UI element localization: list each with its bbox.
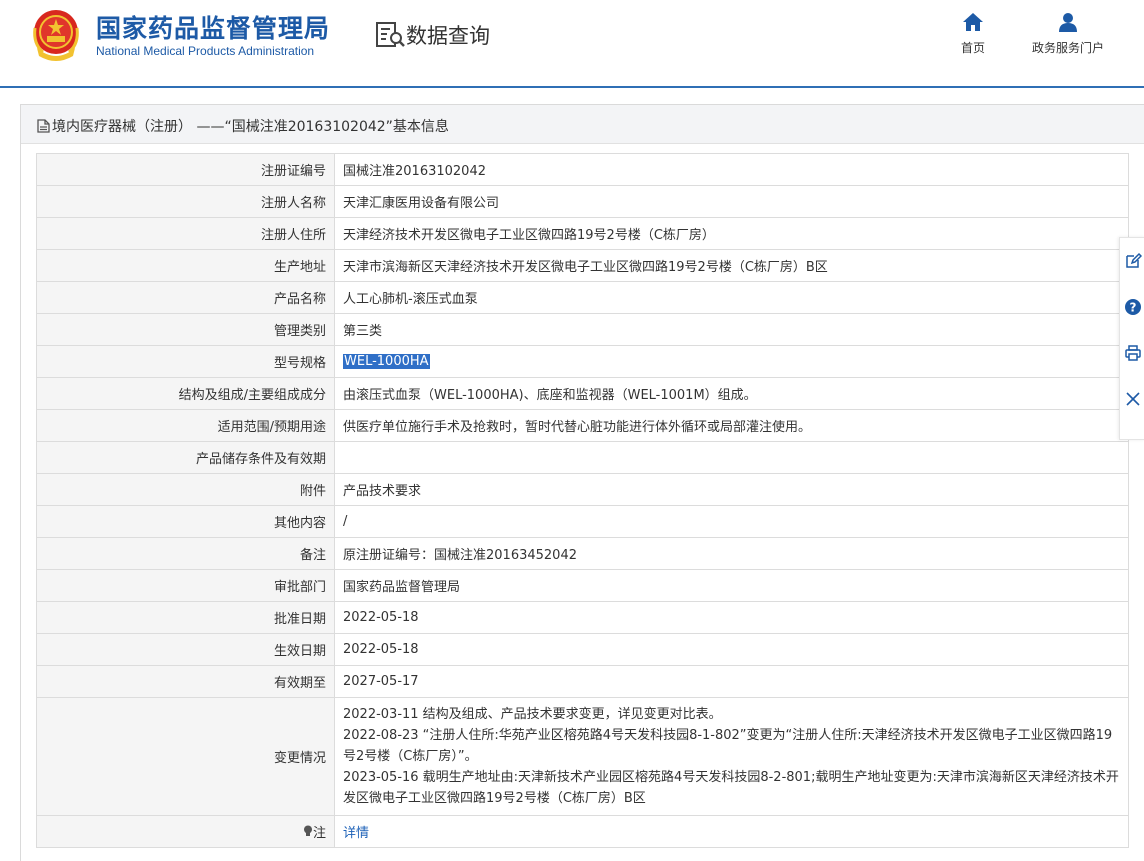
row-value: 2022-05-18 — [334, 633, 1129, 666]
table-row: 适用范围/预期用途 供医疗单位施行手术及抢救时，暂时代替心脏功能进行体外循环或局… — [36, 409, 1129, 442]
user-icon — [1059, 13, 1077, 32]
row-value: 国家药品监督管理局 — [334, 569, 1129, 602]
home-icon — [963, 13, 983, 31]
row-value: 供医疗单位施行手术及抢救时，暂时代替心脏功能进行体外循环或局部灌注使用。 — [334, 409, 1129, 442]
row-label: 结构及组成/主要组成成分 — [36, 377, 335, 410]
help-icon[interactable]: ? — [1124, 298, 1142, 316]
note-value: 详情 — [334, 815, 1129, 848]
content-panel: 境内医疗器械（注册） ——“国械注准20163102042”基本信息 注册证编号… — [20, 104, 1144, 861]
row-label: 有效期至 — [36, 665, 335, 698]
table-row: 备注 原注册证编号：国械注准20163452042 — [36, 537, 1129, 570]
change-history-row: 变更情况 2022-03-11 结构及组成、产品技术要求变更，详见变更对比表。 … — [36, 697, 1129, 816]
row-label: 适用范围/预期用途 — [36, 409, 335, 442]
page-name: 数据查询 — [406, 24, 490, 48]
row-label: 生效日期 — [36, 633, 335, 666]
table-row: 管理类别 第三类 — [36, 313, 1129, 346]
row-label: 审批部门 — [36, 569, 335, 602]
org-name-cn: 国家药品监督管理局 — [96, 14, 331, 43]
row-value: 2022-05-18 — [334, 601, 1129, 634]
lightbulb-icon — [303, 825, 312, 837]
row-label: 生产地址 — [36, 249, 335, 282]
row-label: 批准日期 — [36, 601, 335, 634]
row-label: 型号规格 — [36, 345, 335, 378]
site-header: 国家药品监督管理局 National Medical Products Admi… — [0, 0, 1144, 88]
national-emblem-icon — [33, 10, 79, 61]
row-value: 天津汇康医用设备有限公司 — [334, 185, 1129, 218]
row-label: 注册证编号 — [36, 153, 335, 186]
change-entry: 2022-08-23 “注册人住所:华苑产业区榕苑路4号天发科技园8-1-802… — [343, 728, 1113, 764]
table-row: 批准日期 2022-05-18 — [36, 601, 1129, 634]
table-row: 注册人名称 天津汇康医用设备有限公司 — [36, 185, 1129, 218]
row-value: 原注册证编号：国械注准20163452042 — [334, 537, 1129, 570]
row-value: 国械注准20163102042 — [334, 153, 1129, 186]
note-row: 注 详情 — [36, 815, 1129, 848]
row-value: 天津市滨海新区天津经济技术开发区微电子工业区微四路19号2号楼（C栋厂房）B区 — [334, 249, 1129, 282]
floating-toolbar: ? — [1119, 237, 1144, 440]
table-row: 生产地址 天津市滨海新区天津经济技术开发区微电子工业区微四路19号2号楼（C栋厂… — [36, 249, 1129, 282]
nav-service-portal-button[interactable]: 政务服务门户 — [1022, 12, 1114, 56]
close-icon[interactable] — [1124, 390, 1142, 408]
table-row: 注册人住所 天津经济技术开发区微电子工业区微四路19号2号楼（C栋厂房） — [36, 217, 1129, 250]
svg-text:?: ? — [1130, 301, 1137, 315]
table-row: 注册证编号 国械注准20163102042 — [36, 153, 1129, 186]
table-row: 结构及组成/主要组成成分 由滚压式血泵（WEL-1000HA)、底座和监视器（W… — [36, 377, 1129, 410]
row-value: 2027-05-17 — [334, 665, 1129, 698]
row-label: 其他内容 — [36, 505, 335, 538]
row-label: 注册人住所 — [36, 217, 335, 250]
row-value — [334, 441, 1129, 474]
selected-model-text[interactable]: WEL-1000HA — [343, 354, 430, 369]
edit-icon[interactable] — [1124, 252, 1142, 270]
note-label: 注 — [312, 825, 326, 841]
row-label: 附件 — [36, 473, 335, 506]
data-search-icon — [376, 22, 405, 47]
table-row: 其他内容 / — [36, 505, 1129, 538]
table-row: 型号规格 WEL-1000HA — [36, 345, 1129, 378]
details-link[interactable]: 详情 — [343, 826, 369, 841]
document-icon — [37, 119, 50, 133]
nav-home-button[interactable]: 首页 — [951, 12, 995, 56]
panel-title-text: 境内医疗器械（注册） ——“国械注准20163102042”基本信息 — [52, 119, 449, 135]
device-info-table: 注册证编号 国械注准20163102042 注册人名称 天津汇康医用设备有限公司… — [36, 153, 1129, 848]
note-label-cell: 注 — [36, 815, 335, 848]
table-row: 产品储存条件及有效期 — [36, 441, 1129, 474]
table-row: 有效期至 2027-05-17 — [36, 665, 1129, 698]
row-label: 备注 — [36, 537, 335, 570]
change-entry: 2023-05-16 载明生产地址由:天津新技术产业园区榕苑路4号天发科技园8-… — [343, 770, 1119, 806]
row-value: 产品技术要求 — [334, 473, 1129, 506]
nav-home-label: 首页 — [960, 41, 985, 55]
table-row: 审批部门 国家药品监督管理局 — [36, 569, 1129, 602]
nav-service-label: 政务服务门户 — [1031, 41, 1104, 55]
panel-header: 境内医疗器械（注册） ——“国械注准20163102042”基本信息 — [21, 105, 1144, 144]
table-row: 附件 产品技术要求 — [36, 473, 1129, 506]
row-value: / — [334, 505, 1129, 538]
change-entry: 2022-03-11 结构及组成、产品技术要求变更，详见变更对比表。 — [343, 707, 722, 722]
row-value: 天津经济技术开发区微电子工业区微四路19号2号楼（C栋厂房） — [334, 217, 1129, 250]
panel-title: 境内医疗器械（注册） ——“国械注准20163102042”基本信息 — [37, 116, 449, 136]
row-value: WEL-1000HA — [334, 345, 1129, 378]
row-label: 产品储存条件及有效期 — [36, 441, 335, 474]
row-label: 管理类别 — [36, 313, 335, 346]
row-value: 第三类 — [334, 313, 1129, 346]
print-icon[interactable] — [1124, 344, 1142, 362]
row-label: 注册人名称 — [36, 185, 335, 218]
row-label: 产品名称 — [36, 281, 335, 314]
change-history-value: 2022-03-11 结构及组成、产品技术要求变更，详见变更对比表。 2022-… — [334, 697, 1129, 816]
table-row: 生效日期 2022-05-18 — [36, 633, 1129, 666]
row-label: 变更情况 — [36, 697, 335, 816]
row-value: 由滚压式血泵（WEL-1000HA)、底座和监视器（WEL-1001M）组成。 — [334, 377, 1129, 410]
table-row: 产品名称 人工心肺机-滚压式血泵 — [36, 281, 1129, 314]
org-name-en: National Medical Products Administration — [96, 44, 315, 58]
row-value: 人工心肺机-滚压式血泵 — [334, 281, 1129, 314]
